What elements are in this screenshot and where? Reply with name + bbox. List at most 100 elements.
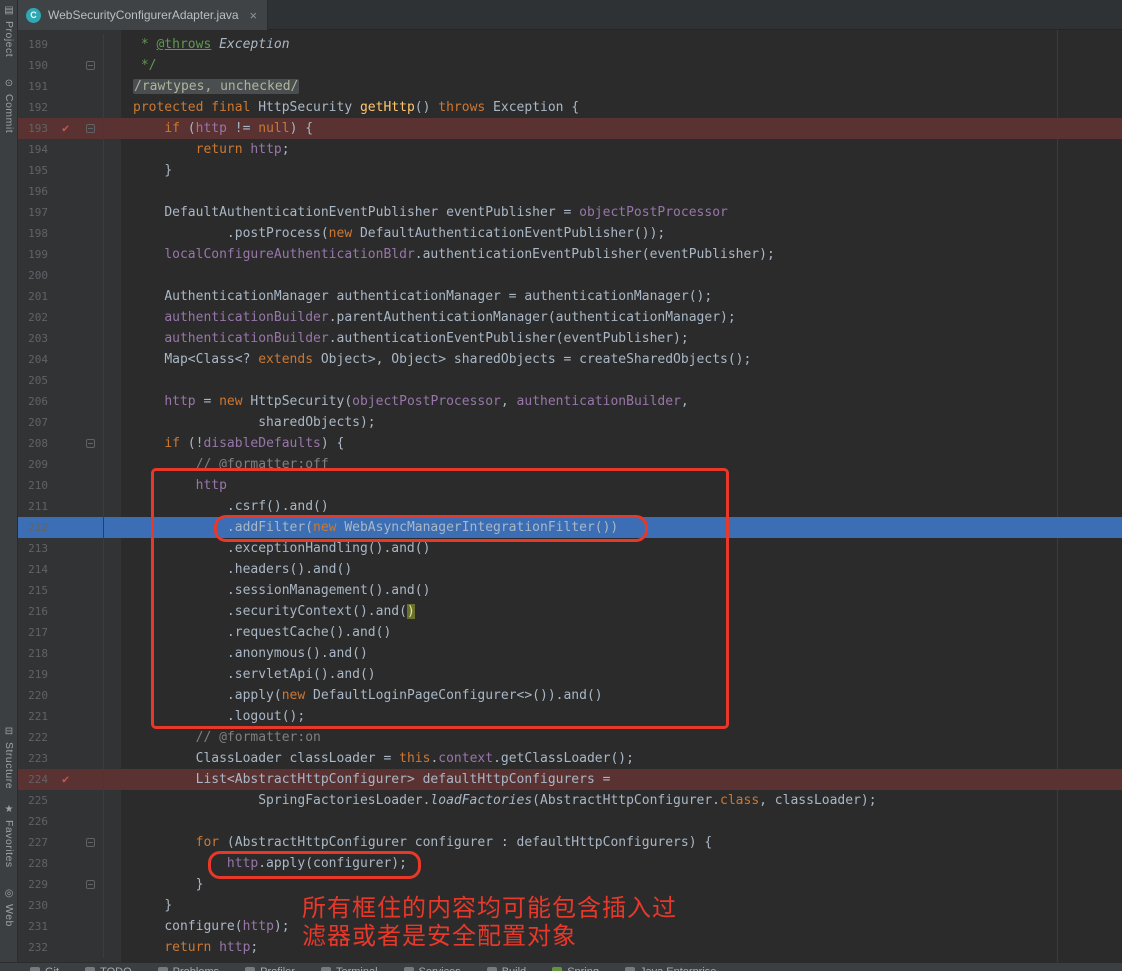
fold-marker-icon[interactable]	[86, 61, 95, 70]
gutter-cell	[48, 895, 103, 916]
code-line-221[interactable]: 221 .logout();	[18, 706, 1122, 727]
fold-marker-icon[interactable]	[86, 439, 95, 448]
line-number: 215	[18, 580, 48, 601]
code-line-208[interactable]: 208 if (!disableDefaults) {	[18, 433, 1122, 454]
tool-button-commit[interactable]: ⊙Commit	[0, 78, 18, 133]
code-line-215[interactable]: 215 .sessionManagement().and()	[18, 580, 1122, 601]
code-line-204[interactable]: 204 Map<Class<? extends Object>, Object>…	[18, 349, 1122, 370]
line-number: 225	[18, 790, 48, 811]
code-text: .exceptionHandling().and()	[103, 538, 1122, 559]
statusbar-item-label: Build	[502, 966, 526, 971]
tool-button-web[interactable]: ◎Web	[0, 888, 18, 927]
line-number: 224	[18, 769, 48, 790]
code-line-191[interactable]: 191/rawtypes, unchecked/	[18, 76, 1122, 97]
gutter-cell	[48, 349, 103, 370]
code-line-199[interactable]: 199 localConfigureAuthenticationBldr.aut…	[18, 244, 1122, 265]
statusbar-item-services[interactable]: Services	[404, 966, 461, 971]
gutter-cell	[48, 538, 103, 559]
gutter-cell	[48, 664, 103, 685]
tool-button-favorites[interactable]: ★Favorites	[0, 804, 18, 868]
statusbar-item-label: Git	[45, 966, 59, 971]
tab-websecurityconfigureradapter-java[interactable]: C WebSecurityConfigurerAdapter.java ×	[18, 0, 268, 30]
code-line-222[interactable]: 222 // @formatter:on	[18, 727, 1122, 748]
code-line-212[interactable]: 212 .addFilter(new WebAsyncManagerIntegr…	[18, 517, 1122, 538]
fold-marker-icon[interactable]	[86, 880, 95, 889]
code-line-226[interactable]: 226	[18, 811, 1122, 832]
code-line-192[interactable]: 192protected final HttpSecurity getHttp(…	[18, 97, 1122, 118]
code-line-227[interactable]: 227 for (AbstractHttpConfigurer configur…	[18, 832, 1122, 853]
code-text: .headers().and()	[103, 559, 1122, 580]
code-line-214[interactable]: 214 .headers().and()	[18, 559, 1122, 580]
statusbar-item-git[interactable]: Git	[30, 966, 59, 971]
code-line-197[interactable]: 197 DefaultAuthenticationEventPublisher …	[18, 202, 1122, 223]
gutter-cell	[48, 76, 103, 97]
code-text: ClassLoader classLoader = this.context.g…	[103, 748, 1122, 769]
gutter-cell	[48, 622, 103, 643]
statusbar-item-problems[interactable]: Problems	[158, 966, 219, 971]
code-line-202[interactable]: 202 authenticationBuilder.parentAuthenti…	[18, 307, 1122, 328]
code-text: AuthenticationManager authenticationMana…	[103, 286, 1122, 307]
statusbar-item-spring[interactable]: Spring	[552, 966, 599, 971]
code-line-201[interactable]: 201 AuthenticationManager authentication…	[18, 286, 1122, 307]
statusbar-item-build[interactable]: Build	[487, 966, 526, 971]
code-line-225[interactable]: 225 SpringFactoriesLoader.loadFactories(…	[18, 790, 1122, 811]
gutter-cell	[48, 832, 103, 853]
code-line-193[interactable]: 193✔ if (http != null) {	[18, 118, 1122, 139]
statusbar-item-terminal[interactable]: Terminal	[321, 966, 378, 971]
statusbar-item-todo[interactable]: TODO	[85, 966, 132, 971]
red-bookmark-icon[interactable]: ✔	[62, 118, 69, 139]
code-line-194[interactable]: 194 return http;	[18, 139, 1122, 160]
tab-close-icon[interactable]: ×	[250, 8, 258, 23]
code-text: .logout();	[103, 706, 1122, 727]
code-line-228[interactable]: 228 http.apply(configurer);	[18, 853, 1122, 874]
code-text	[103, 181, 1122, 202]
fold-marker-icon[interactable]	[86, 838, 95, 847]
code-line-229[interactable]: 229 }	[18, 874, 1122, 895]
code-line-195[interactable]: 195 }	[18, 160, 1122, 181]
build-icon	[487, 967, 497, 971]
code-line-198[interactable]: 198 .postProcess(new DefaultAuthenticati…	[18, 223, 1122, 244]
web-icon: ◎	[5, 888, 14, 900]
code-line-220[interactable]: 220 .apply(new DefaultLoginPageConfigure…	[18, 685, 1122, 706]
code-line-217[interactable]: 217 .requestCache().and()	[18, 622, 1122, 643]
gutter-cell	[48, 139, 103, 160]
statusbar-item-label: TODO	[100, 966, 132, 971]
code-text: }	[103, 874, 1122, 895]
code-text: authenticationBuilder.parentAuthenticati…	[103, 307, 1122, 328]
gutter-cell	[48, 853, 103, 874]
code-line-213[interactable]: 213 .exceptionHandling().and()	[18, 538, 1122, 559]
gutter-cell	[48, 748, 103, 769]
code-line-210[interactable]: 210 http	[18, 475, 1122, 496]
code-line-189[interactable]: 189 * @throws Exception	[18, 34, 1122, 55]
code-line-211[interactable]: 211 .csrf().and()	[18, 496, 1122, 517]
statusbar-item-java-enterprise[interactable]: Java Enterprise	[625, 966, 716, 971]
gutter-cell	[48, 685, 103, 706]
statusbar-item-label: Spring	[567, 966, 599, 971]
annotation-note-line1: 所有框住的内容均可能包含插入过	[302, 895, 677, 923]
fold-marker-icon[interactable]	[86, 124, 95, 133]
code-line-205[interactable]: 205	[18, 370, 1122, 391]
editor-tabbar: C WebSecurityConfigurerAdapter.java ×	[18, 0, 1122, 30]
code-line-190[interactable]: 190 */	[18, 55, 1122, 76]
tool-button-project[interactable]: ▤Project	[0, 5, 18, 57]
line-number: 190	[18, 55, 48, 76]
code-text: .servletApi().and()	[103, 664, 1122, 685]
code-editor[interactable]: 189 * @throws Exception190 */191/rawtype…	[18, 30, 1122, 962]
code-text: // @formatter:on	[103, 727, 1122, 748]
code-text: http = new HttpSecurity(objectPostProces…	[103, 391, 1122, 412]
code-line-216[interactable]: 216 .securityContext().and()	[18, 601, 1122, 622]
code-line-209[interactable]: 209 // @formatter:off	[18, 454, 1122, 475]
code-text	[103, 370, 1122, 391]
code-line-219[interactable]: 219 .servletApi().and()	[18, 664, 1122, 685]
code-line-206[interactable]: 206 http = new HttpSecurity(objectPostPr…	[18, 391, 1122, 412]
code-line-203[interactable]: 203 authenticationBuilder.authentication…	[18, 328, 1122, 349]
tool-button-structure[interactable]: ⊟Structure	[0, 726, 18, 789]
code-line-207[interactable]: 207 sharedObjects);	[18, 412, 1122, 433]
code-line-224[interactable]: 224✔ List<AbstractHttpConfigurer> defaul…	[18, 769, 1122, 790]
code-line-200[interactable]: 200	[18, 265, 1122, 286]
code-line-223[interactable]: 223 ClassLoader classLoader = this.conte…	[18, 748, 1122, 769]
red-bookmark-icon[interactable]: ✔	[62, 769, 69, 790]
code-line-218[interactable]: 218 .anonymous().and()	[18, 643, 1122, 664]
code-line-196[interactable]: 196	[18, 181, 1122, 202]
statusbar-item-profiler[interactable]: Profiler	[245, 966, 295, 971]
